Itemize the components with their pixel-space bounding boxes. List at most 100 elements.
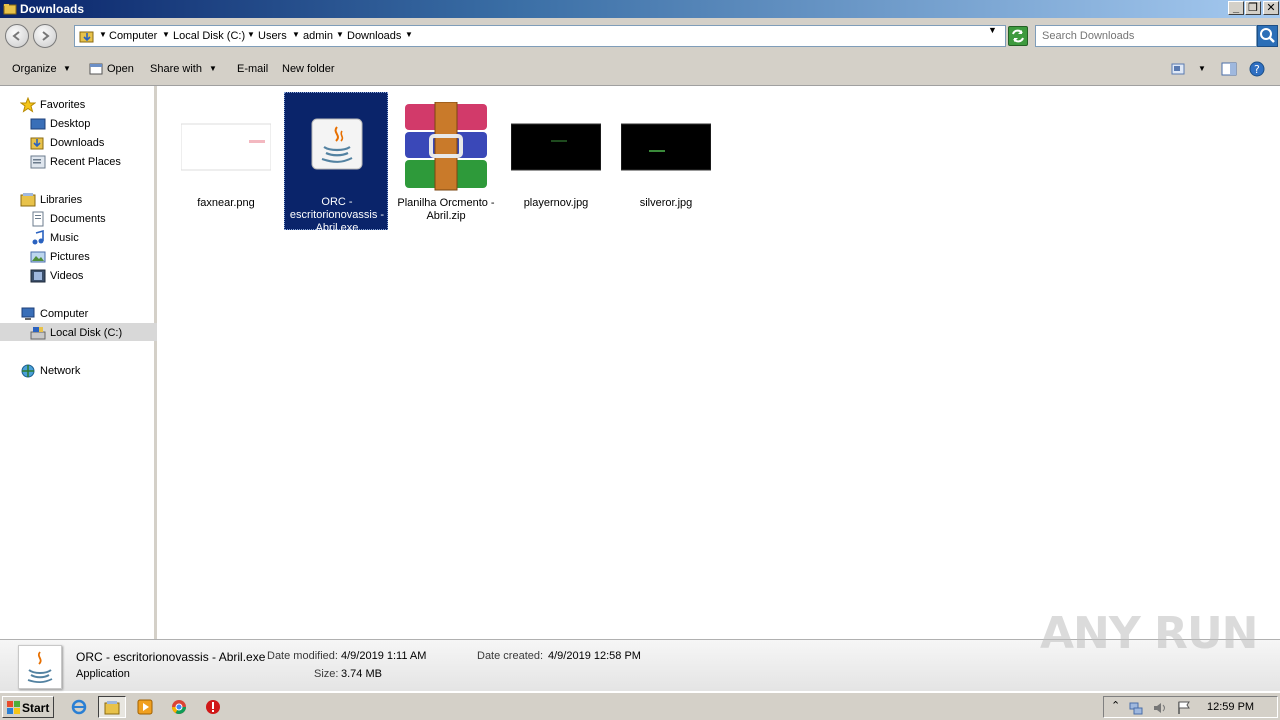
chrome-icon [172,700,186,714]
search-box[interactable] [1035,25,1257,47]
file-list[interactable]: faxnear.png ORC - escritorionovassis - A… [160,86,1280,639]
refresh-button[interactable] [1008,26,1028,46]
taskbar: Start ⌃ 12:59 PM [0,692,1280,720]
share-with-button[interactable]: Share with [150,63,202,75]
breadcrumb-computer[interactable]: Computer [109,30,157,42]
volume-icon[interactable] [1152,700,1168,716]
date-created-label: Date created: [477,650,544,662]
show-hidden-icons-icon[interactable]: ⌃ [1111,699,1120,712]
file-name: ORC - escritorionovassis - Abril.exe [289,196,385,234]
taskbar-file-explorer[interactable] [98,696,126,718]
close-button[interactable]: ✕ [1263,1,1279,15]
folder-icon [3,4,17,15]
file-item-selected[interactable]: ORC - escritorionovassis - Abril.exe [284,92,388,234]
search-icon [1260,28,1275,43]
refresh-icon [1012,29,1024,43]
chevron-down-icon[interactable]: ▼ [162,30,170,39]
search-input[interactable] [1036,26,1236,46]
chevron-down-icon[interactable]: ▼ [405,30,413,39]
file-name: Planilha Orcmento - Abril.zip [397,197,495,222]
open-icon [89,63,103,75]
file-item[interactable]: faxnear.png [174,94,278,232]
selected-file-icon [18,645,62,689]
videos-icon [30,269,46,283]
folder-icon [104,701,120,715]
desktop-icon [30,118,46,130]
taskbar-stop-app[interactable] [200,696,228,718]
size-value: 3.74 MB [341,668,382,680]
chevron-down-icon[interactable]: ▼ [1198,64,1206,73]
chevron-down-icon[interactable]: ▼ [336,30,344,39]
clock[interactable]: 12:59 PM [1207,701,1254,713]
navigation-pane: Favorites Desktop Downloads Recent Place… [0,86,157,639]
pictures-icon [30,251,46,263]
new-folder-button[interactable]: New folder [282,63,335,75]
restore-button[interactable]: ❐ [1245,1,1261,15]
star-icon [20,97,36,113]
image-thumbnail-icon [621,123,711,171]
organize-button[interactable]: Organize [12,63,57,75]
details-file-type: Application [76,668,130,680]
address-field[interactable]: ▼ Computer ▼ Local Disk (C:) ▼ Users ▼ a… [74,25,1006,47]
search-button[interactable] [1257,25,1278,47]
file-name: faxnear.png [197,197,255,209]
file-item[interactable]: silveror.jpg [614,94,718,232]
breadcrumb-admin[interactable]: admin [303,30,333,42]
chevron-down-icon[interactable]: ▼ [292,30,300,39]
command-bar: Organize ▼ Open Share with ▼ E-mail New … [0,54,1280,86]
help-icon[interactable]: ? [1249,61,1265,77]
local-disk-icon [30,327,46,340]
back-arrow-icon [12,31,20,41]
music-note-icon [32,230,44,245]
title-bar[interactable]: Downloads _ ❐ ✕ [0,0,1280,18]
breadcrumb-downloads[interactable]: Downloads [347,30,401,42]
image-thumbnail-icon [511,123,601,171]
taskbar-internet-explorer[interactable] [66,696,94,718]
media-player-icon [137,699,153,715]
svg-text:?: ? [1254,63,1260,76]
preview-pane-icon[interactable] [1221,62,1237,76]
size-label: Size: [314,668,339,680]
file-name: silveror.jpg [639,197,693,209]
date-created-value: 4/9/2019 12:58 PM [548,650,641,662]
start-button[interactable]: Start [2,696,54,718]
open-button[interactable]: Open [107,63,134,75]
documents-icon [32,211,44,227]
recent-places-icon [30,155,46,169]
forward-button[interactable] [33,24,57,48]
taskbar-chrome[interactable] [166,696,194,718]
window-title: Downloads [20,2,85,16]
file-item[interactable]: playernov.jpg [504,94,608,232]
details-file-name: ORC - escritorionovassis - Abril.exe [76,650,266,664]
stop-icon [206,700,220,714]
anyrun-watermark: ANY RUN [1040,608,1258,659]
system-tray: ⌃ 12:59 PM [1103,696,1278,718]
computer-icon [21,307,35,320]
java-icon [311,118,363,170]
address-history-dropdown[interactable]: ▼ [988,25,997,35]
file-item[interactable]: Planilha Orcmento - Abril.zip [394,94,498,232]
back-button[interactable] [5,24,29,48]
taskbar-media-player[interactable] [132,696,160,718]
internet-explorer-icon [71,699,87,715]
date-modified-value: 4/9/2019 1:11 AM [341,650,427,662]
breadcrumb-local-disk[interactable]: Local Disk (C:) [173,30,245,42]
chevron-down-icon[interactable]: ▼ [63,64,71,73]
windows-logo-icon [7,701,20,714]
change-view-icon[interactable] [1171,63,1185,75]
forward-arrow-icon [42,31,50,41]
chevron-down-icon[interactable]: ▼ [209,64,217,73]
breadcrumb-users[interactable]: Users [258,30,287,42]
downloads-folder-icon [79,31,94,43]
network-tray-icon[interactable] [1128,700,1144,716]
network-icon [21,364,35,378]
address-bar-area: ▼ Computer ▼ Local Disk (C:) ▼ Users ▼ a… [0,18,1280,54]
image-thumbnail-icon [181,123,271,171]
action-center-flag-icon[interactable] [1176,700,1192,716]
email-button[interactable]: E-mail [237,63,268,75]
chevron-down-icon[interactable]: ▼ [99,30,107,39]
downloads-folder-icon [30,137,44,150]
java-icon [27,651,53,684]
chevron-down-icon[interactable]: ▼ [247,30,255,39]
minimize-button[interactable]: _ [1228,1,1244,15]
